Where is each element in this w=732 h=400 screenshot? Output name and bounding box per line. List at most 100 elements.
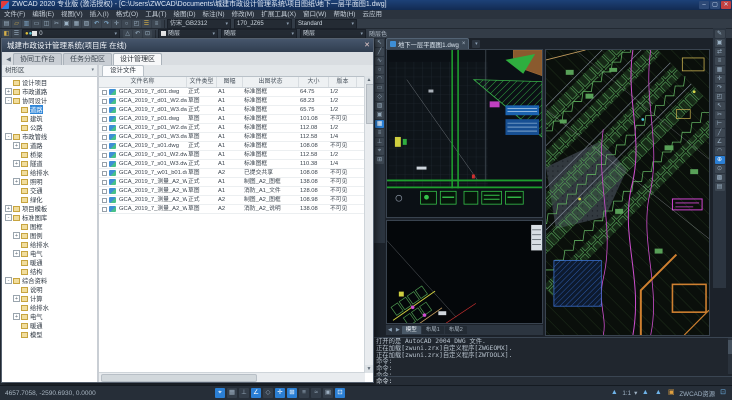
tree-expand-icon[interactable]: - xyxy=(5,133,12,140)
cut-icon[interactable]: ✂ xyxy=(52,20,61,28)
workspace-toggle-icon[interactable]: ⊡ xyxy=(335,388,345,398)
tree-item-电气[interactable]: +电气 xyxy=(2,312,97,321)
paste-icon[interactable]: ▦ xyxy=(72,20,81,28)
undo-icon[interactable]: ↶ xyxy=(92,20,101,28)
properties-icon[interactable]: ≡ xyxy=(152,20,161,28)
polygon-icon[interactable]: ◇ xyxy=(375,93,384,101)
redo-icon[interactable]: ↷ xyxy=(102,20,111,28)
dyn-input-toggle-icon[interactable]: ≡ xyxy=(299,388,309,398)
column-header-出图状态[interactable]: 出图状态 xyxy=(243,77,299,87)
cloud-panel-icon[interactable]: ▤ xyxy=(715,183,725,191)
table-row[interactable]: GCA_2019_7_d01_W3.dwg正式A1标准图框65.751/2 xyxy=(99,106,373,115)
new-file-icon[interactable]: ▤ xyxy=(2,20,11,28)
scale-icon[interactable]: ◰ xyxy=(715,93,725,101)
annotation-scale-icon[interactable]: ▲ xyxy=(609,388,619,398)
dialog-title-bar[interactable]: 城建市政设计管理系统(项目库 在线) ✕ xyxy=(2,39,373,52)
files-horizontal-scrollbar[interactable] xyxy=(99,372,365,382)
tree-item-给排水[interactable]: 给排水 xyxy=(2,168,97,177)
tree-item-图框[interactable]: 图框 xyxy=(2,222,97,231)
tree-item-照明[interactable]: +照明 xyxy=(2,177,97,186)
transparency-toggle-icon[interactable]: ▣ xyxy=(323,388,333,398)
dyn-ucs-toggle-icon[interactable]: ⊞ xyxy=(287,388,297,398)
tree-item-设计项目[interactable]: 设计项目 xyxy=(2,78,97,87)
menu-item-3[interactable]: 插入(I) xyxy=(90,10,109,19)
block-icon[interactable]: ▣ xyxy=(375,111,384,119)
table-icon[interactable]: ▦ xyxy=(375,120,384,128)
join-icon[interactable]: ⊙ xyxy=(715,165,725,173)
text-style-combo[interactable]: 仿宋_GB2312▾ xyxy=(167,19,231,29)
layer-states-icon[interactable]: ☰ xyxy=(12,30,21,38)
tree-item-协同设计[interactable]: -协同设计 xyxy=(2,96,97,105)
tree-expand-icon[interactable] xyxy=(13,169,20,176)
tree-expand-icon[interactable] xyxy=(13,124,20,131)
menu-item-4[interactable]: 格式(O) xyxy=(116,10,138,19)
tab-workbench[interactable]: 协同工作台 xyxy=(13,53,62,65)
layout-next-icon[interactable]: ▶ xyxy=(394,327,402,333)
scroll-down-icon[interactable]: ▼ xyxy=(365,365,373,373)
row-checkbox[interactable] xyxy=(102,90,107,95)
tree-item-市政管线[interactable]: -市政管线 xyxy=(2,132,97,141)
tree-expand-icon[interactable]: - xyxy=(5,277,12,284)
tree-item-给排水[interactable]: 给排水 xyxy=(2,303,97,312)
row-checkbox[interactable] xyxy=(102,99,107,104)
tree-item-公路[interactable]: 公路 xyxy=(2,123,97,132)
layout-tab-布局1[interactable]: 布局1 xyxy=(422,326,444,334)
copy-object-icon[interactable]: ▣ xyxy=(715,39,725,47)
erase-icon[interactable]: ✎ xyxy=(715,30,725,38)
tree-expand-icon[interactable] xyxy=(13,304,20,311)
circle-icon[interactable]: ○ xyxy=(375,66,384,74)
group-icon[interactable]: ▩ xyxy=(715,174,725,182)
tree-expand-icon[interactable]: + xyxy=(13,313,20,320)
horizontal-scroll-thumb[interactable] xyxy=(101,374,257,382)
row-checkbox[interactable] xyxy=(102,126,107,131)
command-window[interactable]: 打开的是 AutoCAD 2004 DWG 文件.正在加载[zwuni.zrx]… xyxy=(374,337,732,385)
rectangle-icon[interactable]: ▭ xyxy=(375,84,384,92)
menu-item-5[interactable]: 工具(T) xyxy=(145,10,166,19)
tree-expand-icon[interactable]: + xyxy=(5,205,12,212)
tree-expand-icon[interactable]: + xyxy=(13,295,20,302)
trim-icon[interactable]: ✂ xyxy=(715,111,725,119)
row-checkbox[interactable] xyxy=(102,171,107,176)
annotation-visibility-icon[interactable]: ▲ xyxy=(640,388,650,398)
tree-expand-icon[interactable] xyxy=(13,151,20,158)
tree-item-暖通[interactable]: 暖通 xyxy=(2,258,97,267)
tree-item-隧道[interactable]: +隧道 xyxy=(2,159,97,168)
tree-item-交通[interactable]: 交通 xyxy=(2,186,97,195)
lineweight-toggle-icon[interactable]: ≈ xyxy=(311,388,321,398)
cad-viewport-right[interactable] xyxy=(545,49,710,336)
column-header-大小[interactable]: 大小 xyxy=(299,77,329,87)
extend-icon[interactable]: ⊢ xyxy=(715,120,725,128)
document-tab[interactable]: 地下一层平面图1.dwg × xyxy=(386,38,469,49)
grid-tool-icon[interactable]: ⊞ xyxy=(375,156,384,164)
tree-item-电气[interactable]: +电气 xyxy=(2,249,97,258)
tree-item-道路[interactable]: 道路 xyxy=(2,105,97,114)
row-checkbox[interactable] xyxy=(102,135,107,140)
row-checkbox[interactable] xyxy=(102,117,107,122)
table-row[interactable]: GCA_2019_7_测量_A2_W4.dwg草图A2消防_A2_说明138.0… xyxy=(99,205,373,214)
isolate-objects-icon[interactable]: ▣ xyxy=(666,388,676,398)
row-checkbox[interactable] xyxy=(102,153,107,158)
dimension-icon[interactable]: ⊥ xyxy=(375,138,384,146)
layers-icon[interactable]: ☰ xyxy=(142,20,151,28)
tree-expand-icon[interactable] xyxy=(13,115,20,122)
tree-panel-header[interactable]: 树形区 ▾ xyxy=(2,65,97,77)
snap-toggle-icon[interactable]: ⌖ xyxy=(215,388,225,398)
table-row[interactable]: GCA_2019_7_s01.dwg正式A1标准图框108.08不可见 xyxy=(99,142,373,151)
rotate-icon[interactable]: ↷ xyxy=(715,84,725,92)
tree-expand-icon[interactable]: + xyxy=(13,232,20,239)
osnap-toggle-icon[interactable]: ◇ xyxy=(263,388,273,398)
tree-expand-icon[interactable]: + xyxy=(13,142,20,149)
tree-expand-icon[interactable]: + xyxy=(13,250,20,257)
document-tab-close-icon[interactable]: × xyxy=(462,41,466,47)
auto-scale-icon[interactable]: ▲ xyxy=(653,388,663,398)
layout-tab-布局2[interactable]: 布局2 xyxy=(445,326,467,334)
explode-icon[interactable]: ⊕ xyxy=(715,156,725,164)
fillet-icon[interactable]: ◠ xyxy=(715,147,725,155)
tree-item-结构[interactable]: 结构 xyxy=(2,267,97,276)
tree-expand-icon[interactable] xyxy=(13,331,20,338)
layer-previous-icon[interactable]: ↶ xyxy=(133,30,142,38)
tree-expand-icon[interactable] xyxy=(13,223,20,230)
cad-viewport-left-bottom[interactable] xyxy=(386,220,543,324)
fullscreen-icon[interactable]: ⊡ xyxy=(718,388,728,398)
tab-design-files[interactable]: 设计文件 xyxy=(102,65,144,76)
